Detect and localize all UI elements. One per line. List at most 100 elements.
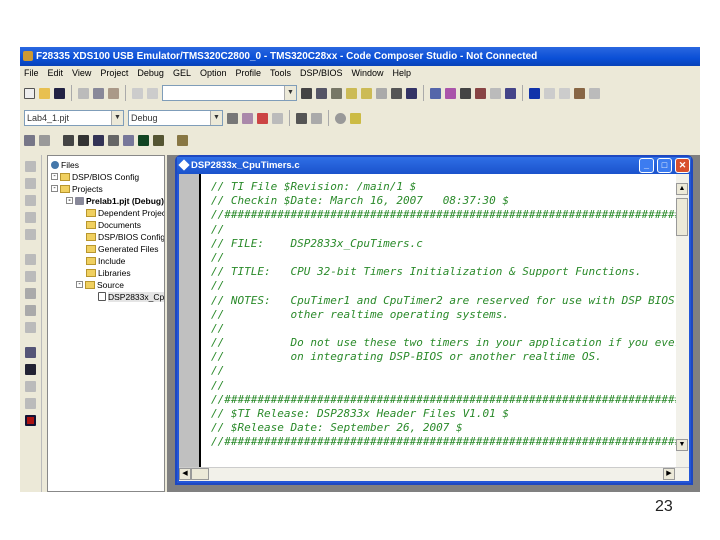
memory-icon[interactable]: [63, 134, 74, 146]
build-icon[interactable]: [242, 112, 253, 124]
bookmark-toggle-icon[interactable]: [460, 87, 471, 99]
replace-icon[interactable]: [361, 87, 372, 99]
indent-icon[interactable]: [430, 87, 441, 99]
profile-icon[interactable]: [25, 305, 36, 316]
animate-icon[interactable]: [25, 288, 36, 299]
new-file-icon[interactable]: [24, 87, 35, 99]
profile-icon[interactable]: [350, 112, 361, 124]
paste-icon[interactable]: [108, 87, 119, 99]
tree-item[interactable]: - DSP/BIOS Config: [51, 171, 139, 182]
collapse-icon[interactable]: -: [51, 173, 58, 180]
undo-icon[interactable]: [132, 87, 143, 99]
rebuild-icon[interactable]: [257, 112, 268, 124]
save-icon[interactable]: [54, 87, 65, 99]
chevron-down-icon[interactable]: ▼: [210, 111, 222, 125]
tree-item[interactable]: Documents: [86, 219, 141, 230]
step-over-icon[interactable]: [25, 178, 36, 189]
minimize-button[interactable]: _: [639, 158, 654, 173]
step-into-icon[interactable]: [529, 87, 540, 99]
multi-icon[interactable]: [25, 322, 36, 333]
quick-watch-icon[interactable]: [153, 134, 164, 146]
probe-point-icon[interactable]: [335, 112, 346, 124]
halt-icon[interactable]: [25, 271, 36, 282]
scroll-thumb[interactable]: [676, 198, 688, 236]
search-combo[interactable]: ▼: [162, 85, 297, 101]
step-over-icon[interactable]: [544, 87, 555, 99]
scroll-right-icon[interactable]: ▶: [663, 468, 675, 480]
disassembly-icon[interactable]: [93, 134, 104, 146]
compile-icon[interactable]: [227, 112, 238, 124]
config-combo[interactable]: Debug ▼: [128, 110, 223, 126]
scroll-down-icon[interactable]: ▼: [676, 439, 688, 451]
close-button[interactable]: ✕: [675, 158, 690, 173]
tree-item[interactable]: Generated Files: [86, 243, 158, 254]
menu-help[interactable]: Help: [393, 66, 412, 81]
help-icon[interactable]: [406, 87, 417, 99]
code-area[interactable]: // TI File $Revision: /main/1 $// Checki…: [211, 180, 676, 470]
menu-edit[interactable]: Edit: [48, 66, 64, 81]
breakpoint-icon[interactable]: [296, 112, 307, 124]
redo-icon[interactable]: [147, 87, 158, 99]
menu-view[interactable]: View: [72, 66, 91, 81]
find-in-files-icon[interactable]: [346, 87, 357, 99]
collapse-icon[interactable]: -: [66, 197, 73, 204]
uncomment-icon[interactable]: [505, 87, 516, 99]
set-pc-icon[interactable]: [25, 229, 36, 240]
scroll-up-icon[interactable]: ▲: [676, 183, 688, 195]
run-to-cursor-icon[interactable]: [25, 212, 36, 223]
watch-icon[interactable]: [24, 134, 35, 146]
cut-icon[interactable]: [78, 87, 89, 99]
find-next-icon[interactable]: [316, 87, 327, 99]
copy-icon[interactable]: [93, 87, 104, 99]
run-icon[interactable]: [25, 254, 36, 265]
chevron-down-icon[interactable]: ▼: [111, 111, 123, 125]
hscroll-thumb[interactable]: [191, 468, 209, 480]
tree-item[interactable]: Dependent Projects: [86, 207, 164, 218]
registers-window-icon[interactable]: [25, 364, 36, 375]
menu-gel[interactable]: GEL: [173, 66, 191, 81]
menu-option[interactable]: Option: [200, 66, 227, 81]
tree-item[interactable]: DSP/BIOS Config: [86, 231, 164, 242]
stop-build-icon[interactable]: [272, 112, 283, 124]
graph-icon[interactable]: [123, 134, 134, 146]
run-to-cursor-icon[interactable]: [574, 87, 585, 99]
registers-icon[interactable]: [78, 134, 89, 146]
menu-window[interactable]: Window: [352, 66, 384, 81]
vertical-scrollbar[interactable]: ▲ ▼: [676, 174, 689, 467]
disassembly-window-icon[interactable]: [25, 381, 36, 392]
bookmark-clear-icon[interactable]: [475, 87, 486, 99]
memory-window-icon[interactable]: [25, 347, 36, 358]
menu-debug[interactable]: Debug: [137, 66, 164, 81]
tree-item[interactable]: Libraries: [86, 267, 131, 278]
tree-item[interactable]: - Projects: [51, 183, 103, 194]
project-combo[interactable]: Lab4_1.pjt ▼: [24, 110, 124, 126]
stop-icon[interactable]: [25, 415, 36, 426]
menu-project[interactable]: Project: [100, 66, 128, 81]
bookmark-icon[interactable]: [376, 87, 387, 99]
step-out-icon[interactable]: [25, 195, 36, 206]
open-file-icon[interactable]: [39, 87, 50, 99]
chevron-down-icon[interactable]: ▼: [284, 86, 296, 100]
collapse-icon[interactable]: -: [51, 185, 58, 192]
tree-item[interactable]: - Source: [76, 279, 124, 290]
tree-root[interactable]: Files: [51, 159, 79, 170]
menu-file[interactable]: File: [24, 66, 39, 81]
find-icon[interactable]: [301, 87, 312, 99]
gel-icon[interactable]: [177, 134, 188, 146]
comment-icon[interactable]: [490, 87, 501, 99]
tree-item-file[interactable]: DSP2833x_Cp: [98, 291, 164, 302]
outdent-icon[interactable]: [445, 87, 456, 99]
menu-dspbios[interactable]: DSP/BIOS: [300, 66, 343, 81]
tree-item[interactable]: Include: [86, 255, 125, 266]
find-prev-icon[interactable]: [331, 87, 342, 99]
tree-item-project[interactable]: - Prelab1.pjt (Debug): [66, 195, 164, 206]
step-out-icon[interactable]: [559, 87, 570, 99]
remove-breakpoints-icon[interactable]: [311, 112, 322, 124]
print-icon[interactable]: [391, 87, 402, 99]
collapse-icon[interactable]: -: [76, 281, 83, 288]
step-into-icon[interactable]: [25, 161, 36, 172]
animate-icon[interactable]: [39, 134, 50, 146]
menu-profile[interactable]: Profile: [235, 66, 261, 81]
call-stack-window-icon[interactable]: [25, 398, 36, 409]
scroll-left-icon[interactable]: ◀: [179, 468, 191, 480]
